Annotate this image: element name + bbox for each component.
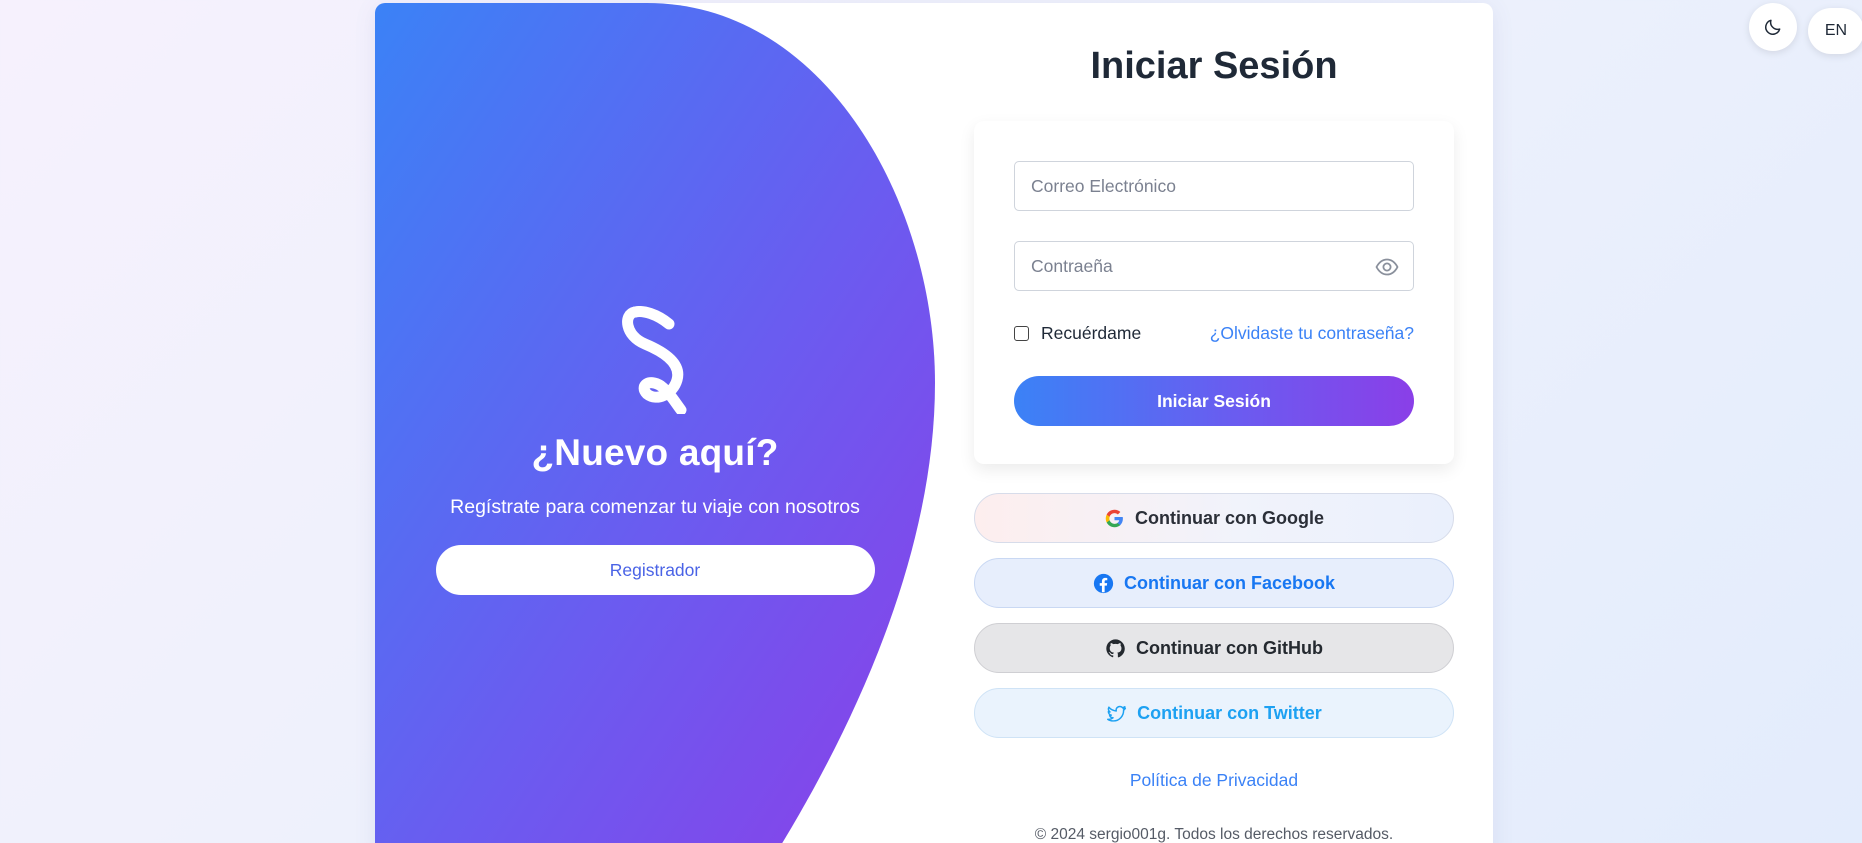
welcome-title: ¿Nuevo aquí?: [531, 432, 779, 473]
google-login-label: Continuar con Google: [1135, 507, 1324, 528]
facebook-icon: [1093, 573, 1114, 593]
remember-checkbox[interactable]: [1014, 325, 1029, 341]
facebook-login-label: Continuar con Facebook: [1123, 572, 1336, 593]
google-login-button[interactable]: Continuar con Google: [974, 493, 1454, 543]
remember-row: Recuérdame ¿Olvidaste tu contraseña?: [1014, 321, 1414, 345]
github-login-button[interactable]: Continuar con GitHub: [974, 623, 1454, 673]
password-field[interactable]: Contraeña: [1014, 241, 1414, 291]
twitter-login-button[interactable]: Continuar con Twitter: [974, 688, 1454, 738]
login-panel: Iniciar Sesión Correo Electrónico Contra…: [974, 3, 1454, 843]
twitter-icon: [1107, 705, 1127, 722]
login-form: Correo Electrónico Contraeña Recuérdame …: [974, 121, 1454, 464]
login-button[interactable]: Iniciar Sesión: [1014, 376, 1414, 426]
email-field[interactable]: Correo Electrónico: [1014, 161, 1414, 211]
forgot-password-link[interactable]: ¿Olvidaste tu contraseña?: [1210, 323, 1414, 344]
facebook-login-button[interactable]: Continuar con Facebook: [974, 558, 1454, 608]
theme-toggle-button[interactable]: [1749, 3, 1797, 51]
password-placeholder: Contraeña: [1031, 255, 1113, 276]
register-button[interactable]: Registrador: [435, 545, 875, 595]
google-icon: [1105, 509, 1123, 527]
remember-me: Recuérdame: [1014, 323, 1141, 344]
github-icon: [1106, 638, 1125, 657]
welcome-content: ¿Nuevo aquí? Regístrate para comenzar tu…: [435, 306, 875, 595]
twitter-login-label: Continuar con Twitter: [1137, 702, 1322, 723]
welcome-panel: ¿Nuevo aquí? Regístrate para comenzar tu…: [375, 3, 935, 843]
page-title: Iniciar Sesión: [1090, 45, 1338, 87]
login-card: ¿Nuevo aquí? Regístrate para comenzar tu…: [375, 3, 1493, 843]
moon-icon: [1765, 19, 1781, 35]
language-toggle-button[interactable]: EN: [1808, 8, 1862, 54]
eye-icon[interactable]: [1375, 255, 1399, 279]
privacy-policy-link[interactable]: Política de Privacidad: [974, 770, 1454, 791]
github-login-label: Continuar con GitHub: [1136, 637, 1323, 658]
remember-label[interactable]: Recuérdame: [1041, 323, 1141, 344]
logo-icon: [622, 306, 687, 414]
email-placeholder: Correo Electrónico: [1031, 175, 1176, 196]
welcome-subtitle: Regístrate para comenzar tu viaje con no…: [450, 496, 860, 518]
copyright-text: © 2024 sergio001g. Todos los derechos re…: [1034, 826, 1394, 843]
